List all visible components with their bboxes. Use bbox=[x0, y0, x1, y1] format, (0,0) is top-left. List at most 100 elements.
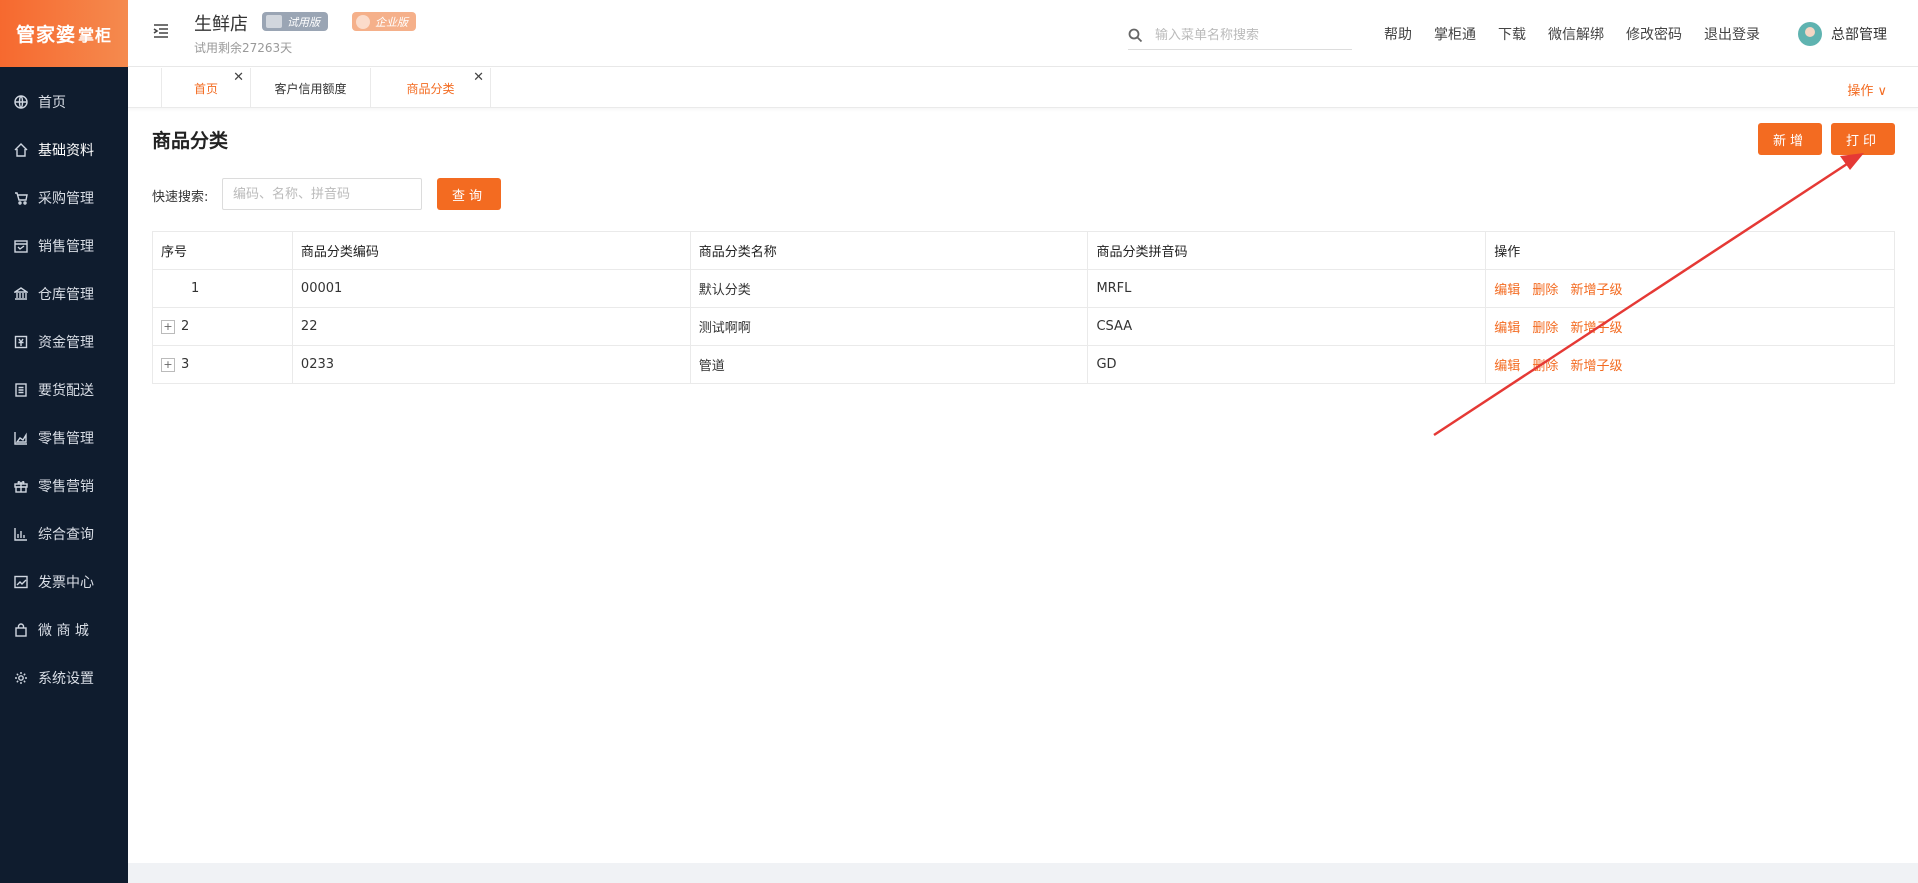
close-icon[interactable]: ✕ bbox=[473, 70, 484, 85]
row-index-cell: +3 bbox=[152, 345, 293, 384]
add-child-link[interactable]: 新增子级 bbox=[1571, 359, 1623, 374]
sidebar-item-label: 系统设置 bbox=[38, 671, 94, 687]
add-button[interactable]: 新增 bbox=[1758, 123, 1822, 155]
sidebar-item-label: 要货配送 bbox=[38, 383, 94, 399]
sidebar-item-label: 资金管理 bbox=[38, 335, 94, 351]
table-header-row: 序号 商品分类编码 商品分类名称 商品分类拼音码 操作 bbox=[152, 231, 1895, 270]
sidebar-item-label: 仓库管理 bbox=[38, 287, 94, 303]
page-title: 商品分类 bbox=[152, 130, 229, 152]
menu-toggle-icon[interactable] bbox=[152, 22, 170, 40]
sidebar-item-label: 销售管理 bbox=[38, 239, 94, 255]
logo-main-text: 管家婆 bbox=[15, 24, 76, 46]
edition-badge-label: 企业版 bbox=[375, 15, 408, 29]
table-row: 1 00001 默认分类 MRFL 编辑 删除 新增子级 bbox=[152, 269, 1895, 308]
sidebar-item-retail[interactable]: 零售管理 bbox=[0, 414, 128, 462]
tab-operations-dropdown[interactable]: 操作 ∨ bbox=[1847, 80, 1887, 99]
help-link[interactable]: 帮助 bbox=[1384, 24, 1412, 44]
sidebar-item-purchase[interactable]: 采购管理 bbox=[0, 174, 128, 222]
row-index: 3 bbox=[181, 357, 190, 372]
query-button[interactable]: 查询 bbox=[437, 178, 501, 210]
print-button[interactable]: 打印 bbox=[1831, 123, 1895, 155]
operations-cell: 编辑 删除 新增子级 bbox=[1485, 307, 1895, 346]
code-cell: 00001 bbox=[292, 269, 691, 308]
pinyin-cell: MRFL bbox=[1087, 269, 1487, 308]
sidebar-item-settings[interactable]: 系统设置 bbox=[0, 654, 128, 702]
pinyin-cell: GD bbox=[1087, 345, 1487, 384]
delete-link[interactable]: 删除 bbox=[1532, 283, 1558, 298]
sidebar-item-sales[interactable]: 销售管理 bbox=[0, 222, 128, 270]
operations-cell: 编辑 删除 新增子级 bbox=[1485, 269, 1895, 308]
user-menu[interactable]: 总部管理 bbox=[1798, 22, 1887, 46]
logo: 管家婆 掌柜 bbox=[0, 0, 128, 67]
menu-search-input[interactable] bbox=[1155, 28, 1345, 43]
sidebar-item-basic-data[interactable]: 基础资料 bbox=[0, 126, 128, 174]
sidebar-item-home[interactable]: 首页 bbox=[0, 78, 128, 126]
code-cell: 22 bbox=[292, 307, 691, 346]
main-content: 商品分类 新增 打印 快速搜索: 查询 序号 商品分类编码 商品分类名称 商品分… bbox=[128, 108, 1918, 863]
expand-icon[interactable]: + bbox=[161, 319, 175, 334]
sidebar-item-label: 采购管理 bbox=[38, 191, 94, 207]
area-chart-icon bbox=[14, 431, 28, 445]
tab-label: 商品分类 bbox=[406, 81, 455, 96]
row-index: 2 bbox=[181, 319, 190, 334]
row-index-cell: 1 bbox=[152, 269, 293, 308]
calendar-icon bbox=[14, 239, 28, 253]
trial-days-remaining: 试用剩余27263天 bbox=[194, 41, 293, 55]
sidebar-item-delivery[interactable]: 要货配送 bbox=[0, 366, 128, 414]
trial-badge: 试用版 bbox=[262, 12, 328, 31]
sidebar-item-label: 微 商 城 bbox=[38, 623, 89, 639]
page-tabs: 首页 ✕ 客户信用额度 商品分类 ✕ 操作 ∨ bbox=[128, 68, 1918, 108]
logout-link[interactable]: 退出登录 bbox=[1704, 24, 1760, 44]
pinyin-cell: CSAA bbox=[1087, 307, 1487, 346]
bar-chart-icon bbox=[14, 527, 28, 541]
sidebar-item-invoice[interactable]: 发票中心 bbox=[0, 558, 128, 606]
table-row: +2 22 测试啊啊 CSAA 编辑 删除 新增子级 bbox=[152, 307, 1895, 346]
top-links: 帮助 掌柜通 下载 微信解绑 修改密码 退出登录 bbox=[1384, 24, 1782, 44]
tab-product-category[interactable]: 商品分类 ✕ bbox=[371, 68, 491, 108]
logo-sub-text: 掌柜 bbox=[78, 25, 113, 45]
globe-icon bbox=[14, 95, 28, 109]
download-link[interactable]: 下载 bbox=[1498, 24, 1526, 44]
row-index-cell: +2 bbox=[152, 307, 293, 346]
column-header: 商品分类名称 bbox=[690, 231, 1089, 270]
column-header: 操作 bbox=[1485, 231, 1895, 270]
edit-link[interactable]: 编辑 bbox=[1494, 359, 1520, 374]
sidebar-item-label: 零售管理 bbox=[38, 431, 94, 447]
sidebar-item-label: 首页 bbox=[38, 95, 66, 111]
sidebar-item-finance[interactable]: 资金管理 bbox=[0, 318, 128, 366]
edit-link[interactable]: 编辑 bbox=[1494, 283, 1520, 298]
name-cell: 默认分类 bbox=[690, 269, 1089, 308]
bag-icon bbox=[14, 623, 28, 637]
delete-link[interactable]: 删除 bbox=[1532, 321, 1558, 336]
cart-icon bbox=[14, 191, 28, 205]
wechat-unbind-link[interactable]: 微信解绑 bbox=[1548, 24, 1604, 44]
store-name: 生鲜店 bbox=[194, 14, 248, 35]
expand-icon[interactable]: + bbox=[161, 357, 175, 372]
menu-search bbox=[1128, 22, 1352, 50]
sidebar-item-label: 基础资料 bbox=[38, 143, 94, 159]
quick-search-input[interactable] bbox=[222, 178, 422, 210]
add-child-link[interactable]: 新增子级 bbox=[1571, 283, 1623, 298]
star-icon bbox=[356, 14, 370, 29]
tab-home[interactable]: 首页 ✕ bbox=[161, 68, 251, 108]
sidebar: 管家婆 掌柜 首页 基础资料 采购管理 销售管理 仓库管理 资金管理 要货配送 … bbox=[0, 0, 128, 883]
tab-customer-credit[interactable]: 客户信用额度 bbox=[251, 68, 371, 108]
quick-search-label: 快速搜索: bbox=[152, 190, 209, 205]
monitor-icon bbox=[266, 15, 282, 28]
close-icon[interactable]: ✕ bbox=[233, 70, 244, 85]
name-cell: 管道 bbox=[690, 345, 1089, 384]
sidebar-item-marketing[interactable]: 零售营销 bbox=[0, 462, 128, 510]
name-cell: 测试啊啊 bbox=[690, 307, 1089, 346]
home-icon bbox=[14, 143, 28, 157]
change-password-link[interactable]: 修改密码 bbox=[1626, 24, 1682, 44]
top-header: 生鲜店 试用版 企业版 试用剩余27263天 帮助 掌柜通 下载 微信解绑 修改… bbox=[128, 0, 1918, 67]
zhanggui-link[interactable]: 掌柜通 bbox=[1434, 24, 1476, 44]
sidebar-item-query[interactable]: 综合查询 bbox=[0, 510, 128, 558]
sidebar-item-warehouse[interactable]: 仓库管理 bbox=[0, 270, 128, 318]
tab-label: 客户信用额度 bbox=[274, 81, 347, 96]
add-child-link[interactable]: 新增子级 bbox=[1571, 321, 1623, 336]
sidebar-item-mall[interactable]: 微 商 城 bbox=[0, 606, 128, 654]
edit-link[interactable]: 编辑 bbox=[1494, 321, 1520, 336]
delete-link[interactable]: 删除 bbox=[1532, 359, 1558, 374]
sidebar-nav: 首页 基础资料 采购管理 销售管理 仓库管理 资金管理 要货配送 零售管理 零售… bbox=[0, 78, 128, 702]
